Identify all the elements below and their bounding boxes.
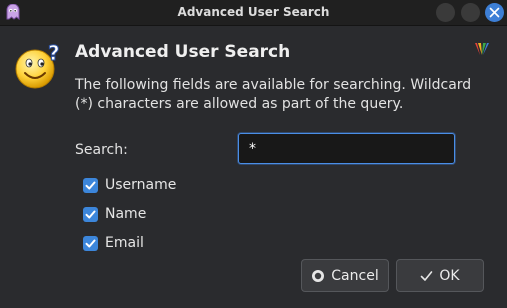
ok-label: OK: [439, 267, 460, 284]
checkmark-icon: [85, 210, 96, 218]
close-button[interactable]: [485, 3, 504, 22]
search-input[interactable]: [238, 133, 455, 164]
username-checkbox-row[interactable]: Username: [83, 176, 176, 194]
dialog-description: The following fields are available for s…: [75, 77, 472, 112]
search-label: Search:: [75, 142, 128, 158]
cancel-icon: [311, 269, 325, 283]
username-checkbox[interactable]: [83, 177, 98, 193]
name-checkbox-row[interactable]: Name: [83, 205, 146, 223]
close-icon: [489, 7, 500, 18]
window-title: Advanced User Search: [177, 5, 330, 19]
title-bar[interactable]: Advanced User Search: [0, 0, 507, 26]
cancel-button[interactable]: Cancel: [301, 259, 389, 292]
ok-button[interactable]: OK: [396, 259, 484, 292]
dialog-heading: Advanced User Search: [75, 42, 291, 62]
advanced-user-search-dialog: Advanced User Search ? Advanced User Sea…: [0, 0, 507, 308]
svg-text:?: ?: [48, 42, 60, 65]
kde-logo-icon: [474, 41, 490, 57]
username-label: Username: [105, 177, 177, 193]
minimize-button[interactable]: [436, 3, 455, 22]
email-checkbox[interactable]: [83, 235, 98, 251]
checkmark-icon: [420, 270, 433, 282]
name-label: Name: [105, 206, 147, 222]
name-checkbox[interactable]: [83, 206, 98, 222]
cancel-label: Cancel: [331, 267, 379, 284]
checkmark-icon: [85, 239, 96, 247]
email-label: Email: [105, 235, 144, 251]
checkmark-icon: [85, 181, 96, 189]
maximize-button[interactable]: [461, 3, 480, 22]
email-checkbox-row[interactable]: Email: [83, 234, 144, 252]
smiley-question-icon: ?: [14, 41, 64, 92]
